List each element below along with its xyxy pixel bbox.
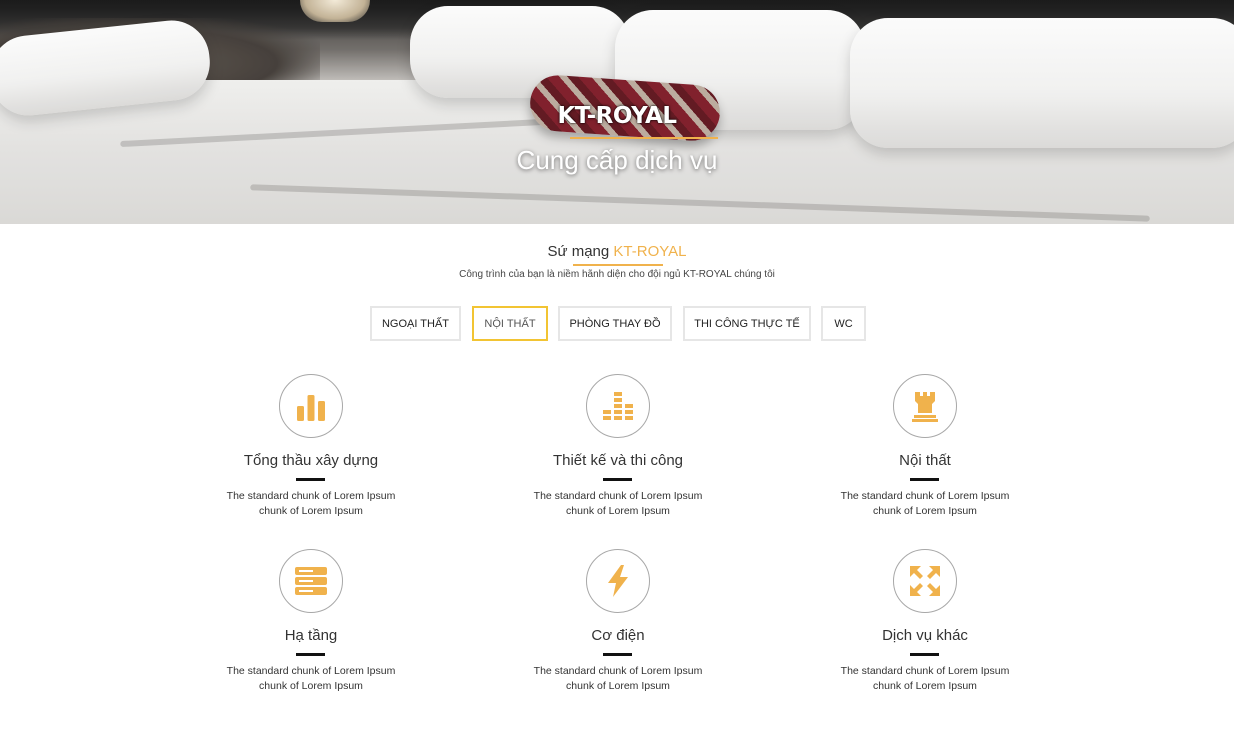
service-description: The standard chunk of Lorem Ipsum chunk … [810, 664, 1040, 694]
service-description: The standard chunk of Lorem Ipsum chunk … [196, 664, 426, 694]
mission-heading-prefix: Sứ mạng [547, 243, 610, 260]
hero-subtitle: Cung cấp dịch vụ [516, 145, 718, 175]
service-title: Tổng thầu xây dựng [243, 452, 379, 469]
mission-description: Công trình của bạn là niềm hãnh diện cho… [459, 269, 775, 280]
bar-chart-icon [297, 395, 325, 421]
service-icon-circle [279, 374, 343, 438]
service-icon-circle [279, 549, 343, 613]
lightning-icon [608, 565, 628, 597]
service-description: The standard chunk of Lorem Ipsum chunk … [503, 489, 733, 519]
hero-banner: KT-ROYAL Cung cấp dịch vụ [0, 0, 1234, 224]
service-title: Hạ tầng [284, 627, 338, 644]
chess-rook-icon [912, 392, 938, 422]
equalizer-icon [603, 392, 633, 420]
service-description-line: chunk of Lorem Ipsum [873, 680, 977, 692]
service-description-line: chunk of Lorem Ipsum [566, 505, 670, 517]
service-description-line: The standard chunk of Lorem Ipsum [226, 490, 396, 502]
service-description-line: The standard chunk of Lorem Ipsum [533, 490, 703, 502]
service-description-line: chunk of Lorem Ipsum [259, 505, 363, 517]
tab-thi-cong-thuc-te[interactable]: THI CÔNG THỰC TẾ [683, 306, 811, 341]
service-title: Nội thất [899, 452, 951, 469]
mission-heading: Sứ mạng KT-ROYAL [0, 243, 1234, 260]
service-description: The standard chunk of Lorem Ipsum chunk … [810, 489, 1040, 519]
service-divider [296, 653, 325, 656]
service-title: Dịch vụ khác [882, 627, 968, 644]
service-divider [603, 478, 632, 481]
service-icon-circle [586, 374, 650, 438]
service-divider [910, 653, 939, 656]
service-description-line: The standard chunk of Lorem Ipsum [840, 490, 1010, 502]
expand-icon [910, 566, 940, 596]
service-description-line: chunk of Lorem Ipsum [873, 505, 977, 517]
hero-title-underline [570, 137, 718, 139]
mission-heading-accent: KT-ROYAL [613, 243, 687, 260]
service-description-line: The standard chunk of Lorem Ipsum [840, 665, 1010, 677]
tab-phong-thay-do[interactable]: PHÒNG THAY ĐỒ [558, 306, 672, 341]
service-icon-circle [586, 549, 650, 613]
service-description-line: chunk of Lorem Ipsum [566, 680, 670, 692]
service-description-line: The standard chunk of Lorem Ipsum [226, 665, 396, 677]
service-description-line: The standard chunk of Lorem Ipsum [533, 665, 703, 677]
server-icon [295, 567, 327, 595]
service-divider [296, 478, 325, 481]
service-description: The standard chunk of Lorem Ipsum chunk … [503, 664, 733, 694]
hero-brand-title: KT-ROYAL [557, 103, 677, 129]
tab-ngoai-that[interactable]: NGOẠI THẤT [370, 306, 461, 341]
service-description: The standard chunk of Lorem Ipsum chunk … [196, 489, 426, 519]
mission-underline [573, 264, 663, 266]
tab-noi-that[interactable]: NỘI THẤT [472, 306, 548, 341]
service-icon-circle [893, 374, 957, 438]
service-title: Thiết kế và thi công [552, 452, 684, 469]
service-title: Cơ điện [591, 627, 645, 644]
service-description-line: chunk of Lorem Ipsum [259, 680, 363, 692]
service-icon-circle [893, 549, 957, 613]
service-divider [910, 478, 939, 481]
service-divider [603, 653, 632, 656]
tab-wc[interactable]: WC [821, 306, 866, 341]
